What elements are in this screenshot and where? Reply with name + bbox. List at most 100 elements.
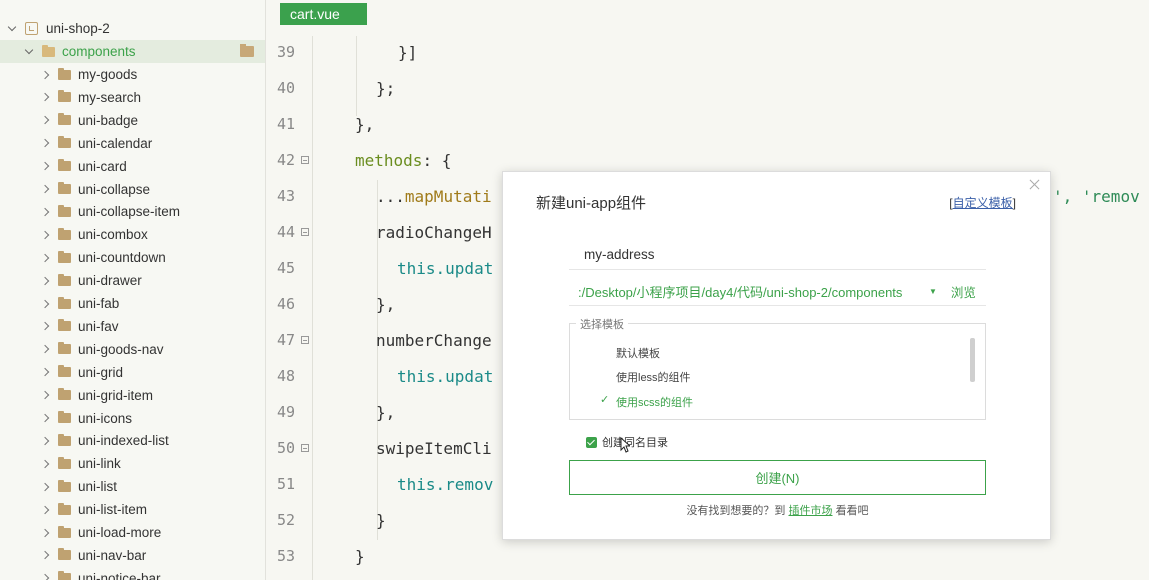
tree-folder-item[interactable]: my-search <box>0 86 265 109</box>
code-line-50: swipeItemCli <box>376 438 492 458</box>
keyword-methods: methods <box>355 150 423 170</box>
chevron-down-icon[interactable] <box>24 47 34 57</box>
tree-folder-item[interactable]: uni-icons <box>0 407 265 430</box>
tree-folder-item[interactable]: uni-goods-nav <box>0 338 265 361</box>
fold-icon[interactable] <box>301 156 309 164</box>
code-line-45: this .updat <box>397 250 493 286</box>
code-string: ', <box>1053 186 1082 206</box>
tree-folder-item[interactable]: uni-fav <box>0 315 265 338</box>
tree-folder-item[interactable]: uni-list-item <box>0 498 265 521</box>
folder-icon <box>58 525 71 538</box>
plugin-market-link[interactable]: 插件市场 <box>789 505 833 517</box>
template-less[interactable]: 使用less的组件 <box>616 369 691 385</box>
tree-folder-item[interactable]: uni-badge <box>0 109 265 132</box>
chevron-right-icon[interactable] <box>40 230 50 240</box>
line-number: 51 <box>267 466 327 502</box>
chevron-right-icon[interactable] <box>40 482 50 492</box>
tree-folder-item[interactable]: uni-nav-bar <box>0 544 265 567</box>
line-number-text: 46 <box>276 295 295 313</box>
create-same-dir-checkbox[interactable] <box>586 436 597 448</box>
folder-icon <box>58 250 71 263</box>
folder-icon <box>58 456 71 469</box>
tree-folder-item[interactable]: uni-combox <box>0 223 265 246</box>
folder-name: uni-fab <box>78 296 120 311</box>
folder-icon <box>58 113 71 126</box>
create-same-dir-label: 创建同名目录 <box>602 437 668 449</box>
tab-cart-vue[interactable]: cart.vue <box>280 3 367 25</box>
code-line-47: numberChange <box>376 330 492 350</box>
chevron-down-icon[interactable] <box>7 24 17 34</box>
chevron-right-icon[interactable] <box>40 92 50 102</box>
tree-folder-item[interactable]: uni-list <box>0 475 265 498</box>
tree-folder-item[interactable]: uni-load-more <box>0 521 265 544</box>
chevron-right-icon[interactable] <box>40 253 50 263</box>
tree-folder-item[interactable]: uni-grid <box>0 361 265 384</box>
dropdown-arrow-icon[interactable]: ▼ <box>929 287 937 296</box>
chevron-right-icon[interactable] <box>40 138 50 148</box>
line-number-text: 51 <box>276 475 295 493</box>
tree-folder-components[interactable]: components <box>0 40 265 63</box>
chevron-right-icon[interactable] <box>40 505 50 515</box>
template-default[interactable]: 默认模板 <box>616 345 660 361</box>
folder-icon <box>58 227 71 240</box>
chevron-right-icon[interactable] <box>40 528 50 538</box>
chevron-right-icon[interactable] <box>40 390 50 400</box>
chevron-right-icon[interactable] <box>40 184 50 194</box>
fold-icon[interactable] <box>301 228 309 236</box>
custom-template-text[interactable]: 自定义模板 <box>953 196 1013 210</box>
chevron-right-icon[interactable] <box>40 550 50 560</box>
path-selector[interactable]: :/Desktop/小程序项目/day4/代码/uni-shop-2/compo… <box>569 278 986 306</box>
folder-icon <box>58 571 71 580</box>
chevron-right-icon[interactable] <box>40 413 50 423</box>
tree-folder-item[interactable]: uni-grid-item <box>0 384 265 407</box>
chevron-right-icon[interactable] <box>40 70 50 80</box>
tree-folder-item[interactable]: uni-fab <box>0 292 265 315</box>
folder-name: uni-list <box>78 479 118 495</box>
tree-folder-item[interactable]: uni-collapse <box>0 178 265 201</box>
fold-icon[interactable] <box>301 336 309 344</box>
tree-folder-item[interactable]: uni-link <box>0 452 265 475</box>
template-scrollbar[interactable] <box>970 338 975 382</box>
line-number: 48 <box>267 358 327 394</box>
template-scss[interactable]: 使用scss的组件 <box>616 394 693 410</box>
tree-folder-item[interactable]: uni-notice-bar <box>0 567 265 580</box>
folder-icon <box>58 433 71 446</box>
tree-folder-item[interactable]: my-goods <box>0 63 265 86</box>
chevron-right-icon[interactable] <box>40 207 50 217</box>
line-number: 52 <box>267 502 327 538</box>
custom-template-link[interactable]: [自定义模板] <box>949 194 1016 211</box>
tree-folder-item[interactable]: uni-drawer <box>0 269 265 292</box>
tree-folder-item[interactable]: uni-countdown <box>0 246 265 269</box>
chevron-right-icon[interactable] <box>40 459 50 469</box>
tree-project-root[interactable]: uni-shop-2 <box>0 17 265 40</box>
chevron-right-icon[interactable] <box>40 276 50 286</box>
close-icon[interactable] <box>1028 178 1041 191</box>
chevron-right-icon[interactable] <box>40 573 50 580</box>
create-button[interactable]: 创建(N) <box>569 460 986 495</box>
component-name-input[interactable] <box>569 240 986 270</box>
folder-name: uni-indexed-list <box>78 433 169 449</box>
folder-name: uni-goods-nav <box>78 341 164 357</box>
folder-name: uni-badge <box>78 112 139 128</box>
code-member: .remov <box>435 474 494 494</box>
folder-open-icon[interactable] <box>240 44 254 57</box>
line-number: 39 <box>267 34 327 70</box>
tree-folder-item[interactable]: uni-collapse-item <box>0 200 265 223</box>
chevron-right-icon[interactable] <box>40 344 50 354</box>
path-text[interactable]: :/Desktop/小程序项目/day4/代码/uni-shop-2/compo… <box>569 282 929 301</box>
chevron-right-icon[interactable] <box>40 436 50 446</box>
tree-folder-item[interactable]: uni-calendar <box>0 132 265 155</box>
chevron-right-icon[interactable] <box>40 115 50 125</box>
line-number-text: 41 <box>276 115 295 133</box>
chevron-right-icon[interactable] <box>40 161 50 171</box>
folder-icon <box>58 136 71 149</box>
folder-icon <box>58 296 71 309</box>
fold-icon[interactable] <box>301 444 309 452</box>
tree-folder-item[interactable]: uni-card <box>0 155 265 178</box>
chevron-right-icon[interactable] <box>40 299 50 309</box>
tree-folder-item[interactable]: uni-indexed-list <box>0 429 265 452</box>
code-line-48: this .updat <box>397 358 493 394</box>
chevron-right-icon[interactable] <box>40 367 50 377</box>
chevron-right-icon[interactable] <box>40 321 50 331</box>
browse-button[interactable]: 浏览 <box>951 282 976 301</box>
